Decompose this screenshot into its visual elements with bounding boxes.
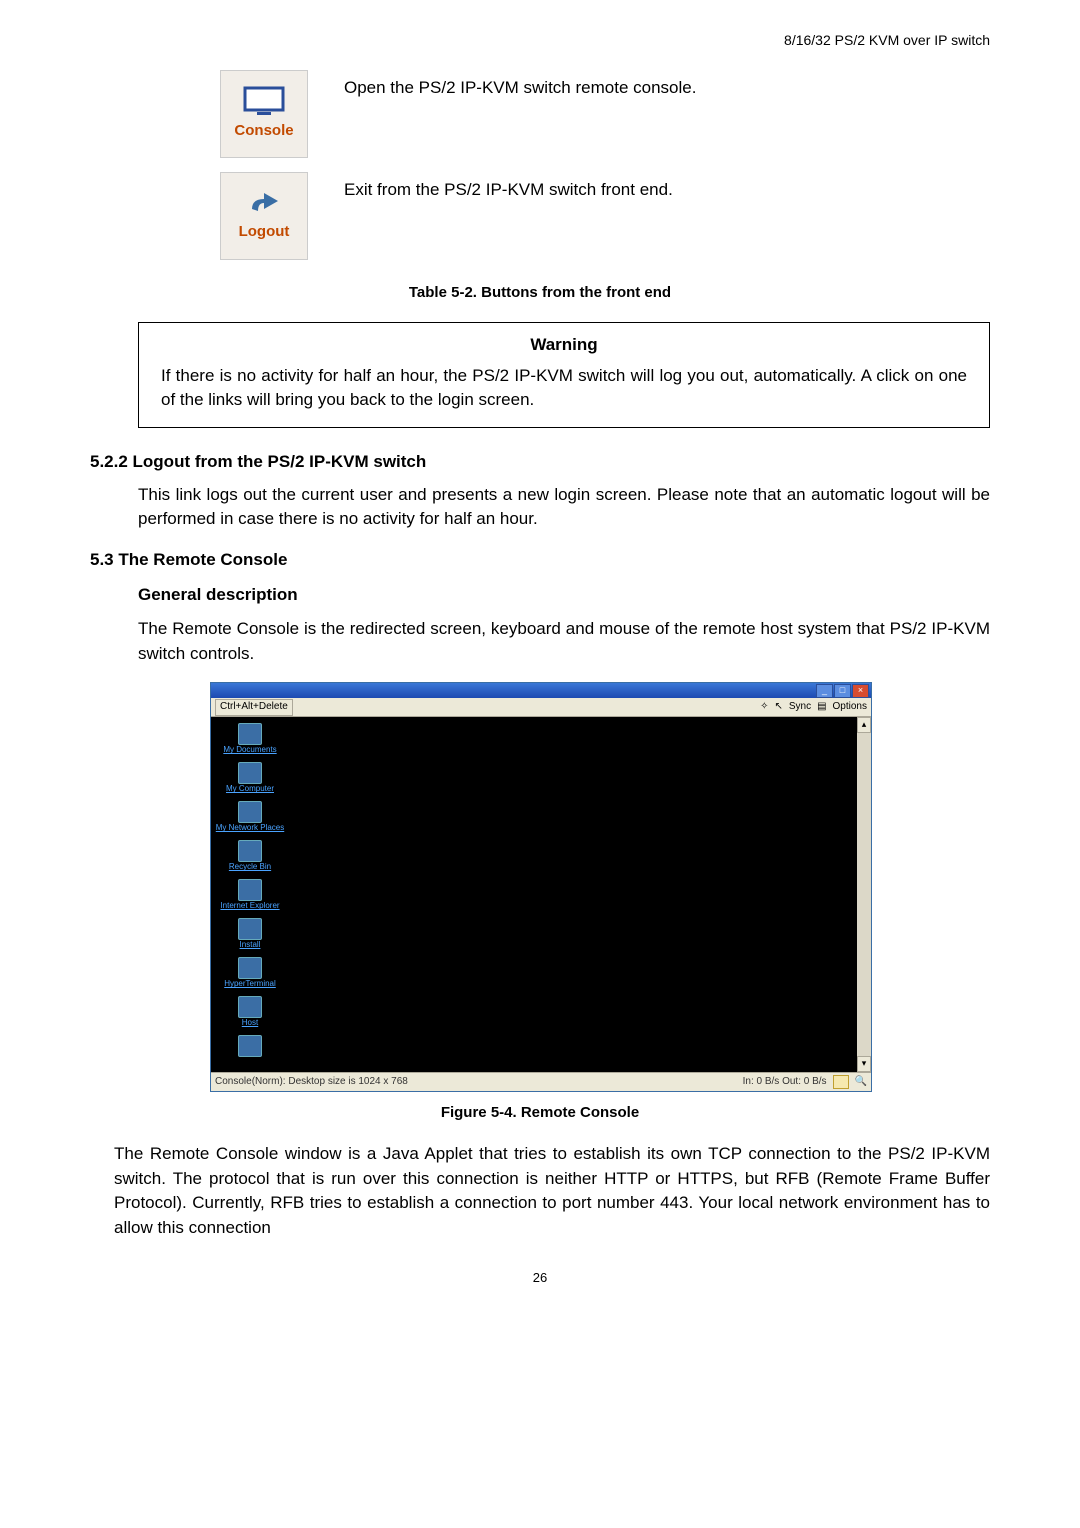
section-522-body: This link logs out the current user and … (138, 483, 990, 532)
vertical-scrollbar[interactable]: ▴ ▾ (857, 717, 871, 1072)
button-row-console: Console Open the PS/2 IP-KVM switch remo… (220, 70, 990, 158)
status-right-text: In: 0 B/s Out: 0 B/s (743, 1075, 827, 1090)
desktop-shortcut[interactable]: My Documents (215, 723, 285, 754)
desktop-shortcut-label: My Computer (226, 785, 274, 793)
section-53-subheading: General description (138, 583, 990, 608)
desktop-shortcut-label: Internet Explorer (220, 902, 279, 910)
logout-arrow-icon (244, 189, 284, 217)
desktop-shortcut-label: My Documents (223, 746, 276, 754)
ctrl-alt-delete-button[interactable]: Ctrl+Alt+Delete (215, 699, 293, 716)
page-number: 26 (90, 1269, 990, 1288)
status-left-text: Console(Norm): Desktop size is 1024 x 76… (215, 1075, 408, 1090)
desktop-shortcut-icon (238, 801, 262, 823)
desktop-shortcut-icon (238, 957, 262, 979)
post-figure-paragraph: The Remote Console window is a Java Appl… (114, 1142, 990, 1241)
desktop-shortcut-label: Install (240, 941, 261, 949)
console-button[interactable]: Console (220, 70, 308, 158)
desktop-shortcut[interactable]: HyperTerminal (215, 957, 285, 988)
desktop-shortcut-icon (238, 918, 262, 940)
encryption-indicator-icon (833, 1075, 849, 1089)
desktop-shortcut-label: HyperTerminal (224, 980, 276, 988)
desktop-shortcut[interactable]: Host (215, 996, 285, 1027)
desktop-shortcut-label: Host (242, 1019, 258, 1027)
sync-label[interactable]: Sync (789, 700, 811, 715)
desktop-shortcut[interactable]: My Computer (215, 762, 285, 793)
remote-console-toolbar: Ctrl+Alt+Delete ✧ ↖ Sync ▤ Options (211, 698, 871, 717)
options-button[interactable]: Options (833, 700, 867, 715)
desktop-shortcut-icon (238, 762, 262, 784)
logout-button[interactable]: Logout (220, 172, 308, 260)
desktop-shortcut[interactable]: Install (215, 918, 285, 949)
window-titlebar: _ □ × (211, 683, 871, 698)
warning-title: Warning (161, 333, 967, 358)
console-button-label: Console (234, 120, 293, 142)
desktop-shortcut-label: My Network Places (216, 824, 284, 832)
desktop-shortcut[interactable]: My Network Places (215, 801, 285, 832)
desktop-shortcut[interactable] (215, 1035, 285, 1058)
remote-console-statusbar: Console(Norm): Desktop size is 1024 x 76… (211, 1072, 871, 1091)
desktop-shortcut-label: Recycle Bin (229, 863, 271, 871)
section-522-heading: 5.2.2 Logout from the PS/2 IP-KVM switch (90, 450, 990, 475)
minimize-icon[interactable]: _ (816, 684, 833, 698)
desktop-shortcut-icon (238, 996, 262, 1018)
crosshair-icon[interactable]: ✧ (760, 700, 768, 715)
magnifier-icon[interactable]: 🔍 (855, 1075, 867, 1090)
button-row-logout: Logout Exit from the PS/2 IP-KVM switch … (220, 172, 990, 260)
desktop-shortcut-icon (238, 840, 262, 862)
desktop-shortcut-icon (238, 723, 262, 745)
warning-body: If there is no activity for half an hour… (161, 364, 967, 413)
maximize-icon[interactable]: □ (834, 684, 851, 698)
remote-console-figure: _ □ × Ctrl+Alt+Delete ✧ ↖ Sync ▤ Options… (210, 682, 870, 1092)
remote-desktop-view[interactable]: My Documents My Computer My Network Places… (211, 717, 871, 1072)
scroll-down-icon[interactable]: ▾ (857, 1056, 871, 1072)
remote-console-window: _ □ × Ctrl+Alt+Delete ✧ ↖ Sync ▤ Options… (210, 682, 872, 1092)
video-settings-icon[interactable]: ▤ (817, 700, 826, 715)
close-icon[interactable]: × (852, 684, 869, 698)
section-53-heading: 5.3 The Remote Console (90, 548, 990, 573)
desktop-shortcut[interactable]: Recycle Bin (215, 840, 285, 871)
warning-box: Warning If there is no activity for half… (138, 322, 990, 428)
figure-caption: Figure 5-4. Remote Console (90, 1102, 990, 1124)
scroll-up-icon[interactable]: ▴ (857, 717, 871, 733)
monitor-icon (243, 86, 285, 116)
desktop-shortcut-icon (238, 1035, 262, 1057)
logout-button-label: Logout (239, 221, 290, 243)
logout-button-description: Exit from the PS/2 IP-KVM switch front e… (344, 172, 990, 203)
desktop-shortcut-icon (238, 879, 262, 901)
console-button-description: Open the PS/2 IP-KVM switch remote conso… (344, 70, 990, 101)
section-53-body: The Remote Console is the redirected scr… (138, 617, 990, 666)
cursor-icon[interactable]: ↖ (774, 700, 782, 715)
table-caption: Table 5-2. Buttons from the front end (90, 282, 990, 304)
page-header: 8/16/32 PS/2 KVM over IP switch (90, 30, 990, 50)
desktop-shortcut[interactable]: Internet Explorer (215, 879, 285, 910)
